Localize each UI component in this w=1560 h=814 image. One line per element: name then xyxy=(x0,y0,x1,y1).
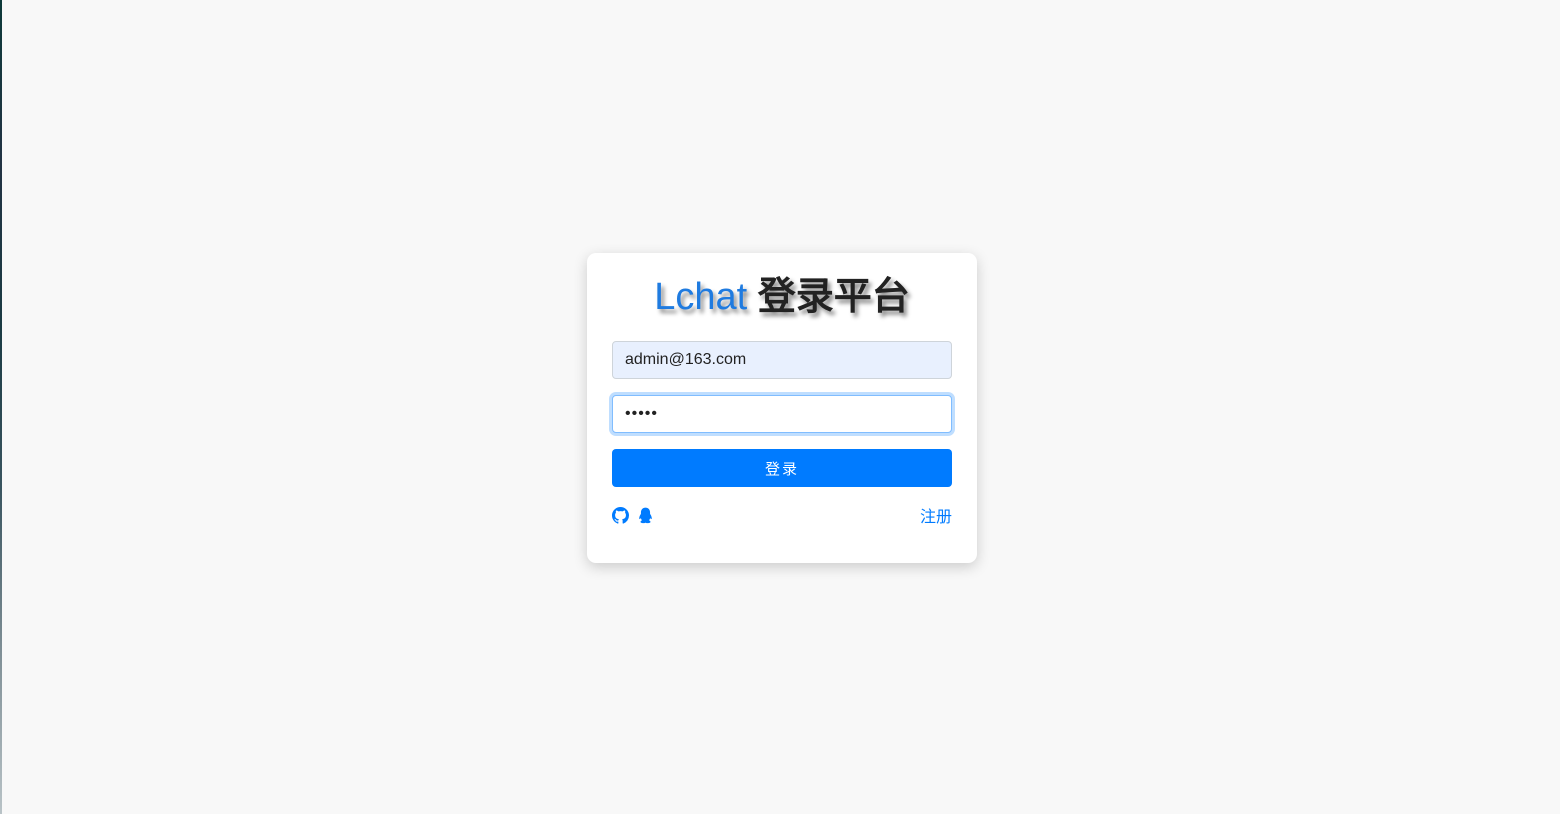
title-text: 登录平台 xyxy=(757,276,910,318)
login-button[interactable]: 登录 xyxy=(612,449,952,487)
window-edge xyxy=(0,0,2,814)
page-title: Lchat 登录平台 xyxy=(612,253,952,327)
social-login-icons xyxy=(612,506,654,524)
github-icon[interactable] xyxy=(612,506,629,524)
register-link[interactable]: 注册 xyxy=(920,503,952,527)
login-footer: 注册 xyxy=(612,504,952,526)
qq-icon[interactable] xyxy=(637,507,654,524)
login-card: Lchat 登录平台 登录 注册 xyxy=(587,253,977,563)
password-field[interactable] xyxy=(612,395,952,433)
email-field[interactable] xyxy=(612,341,952,379)
title-brand: Lchat xyxy=(654,276,748,318)
